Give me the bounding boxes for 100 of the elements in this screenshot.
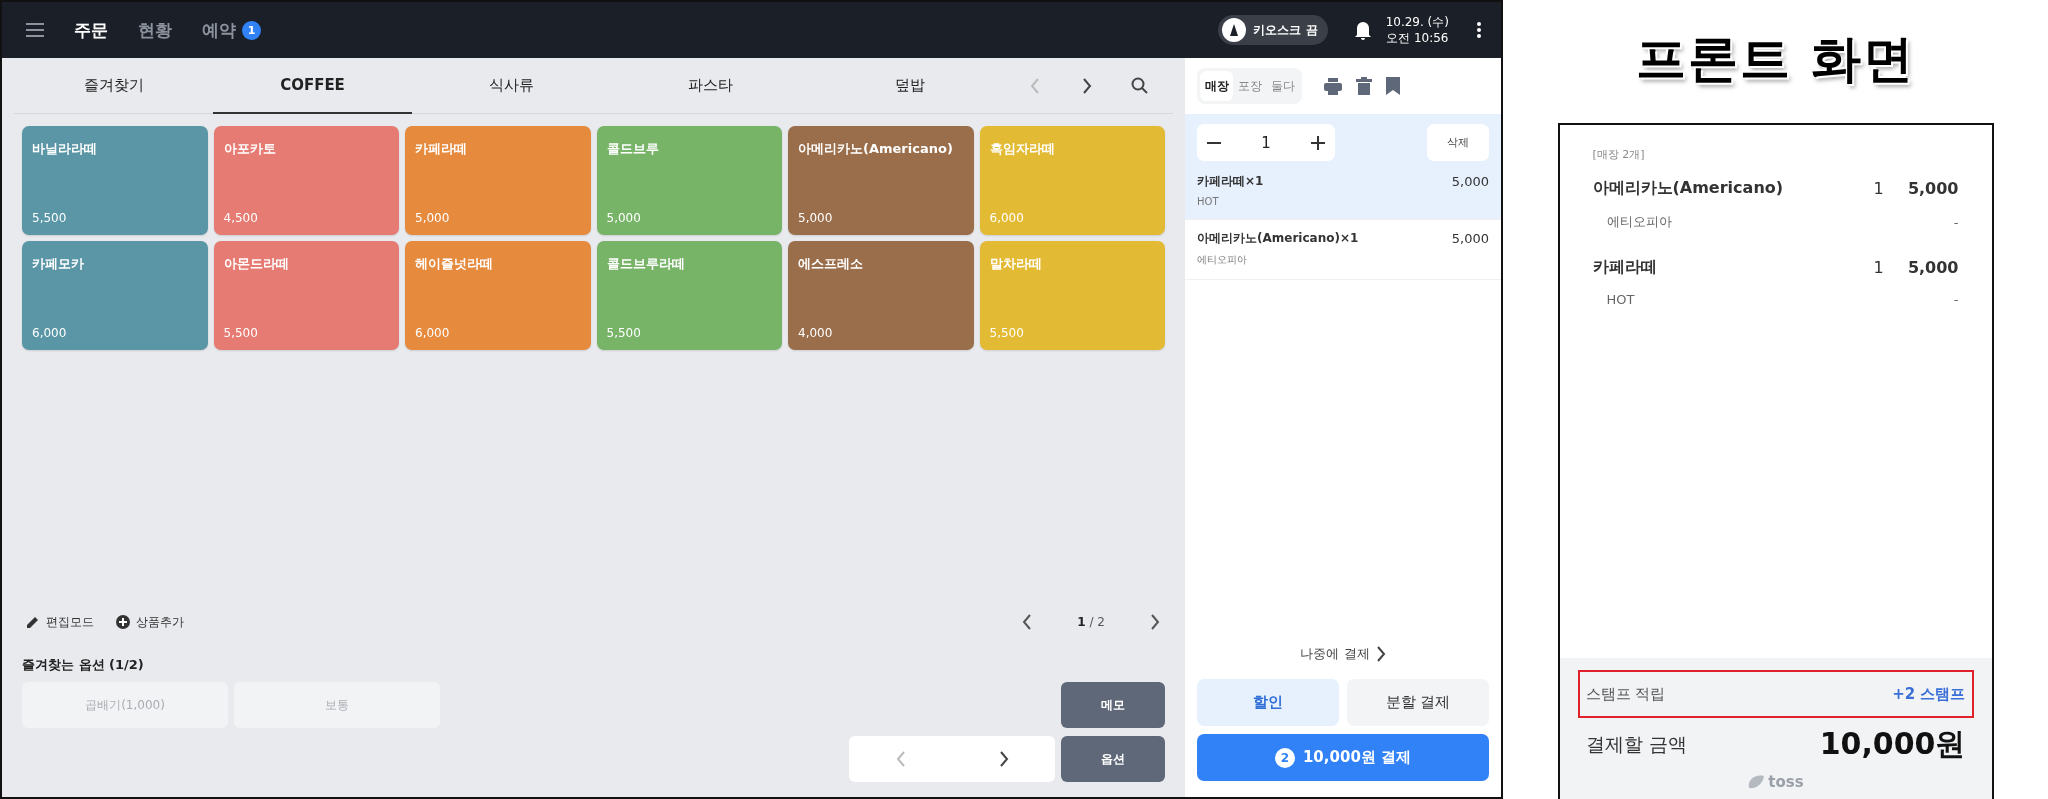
product-name: 에스프레소: [798, 255, 863, 273]
stamp-value: +2 스탬프: [1892, 684, 1966, 704]
split-payment-button[interactable]: 분할 결제: [1347, 679, 1489, 726]
page-indicator: 1 / 2: [1077, 615, 1105, 629]
option-price: -: [1953, 292, 1959, 307]
order-type-tab[interactable]: 매장: [1200, 71, 1233, 101]
chevron-left-icon: [1022, 614, 1033, 630]
item-price: 5,000: [1906, 258, 1959, 277]
order-type-tab[interactable]: 둘다: [1266, 71, 1299, 101]
product-price: 6,000: [989, 211, 1024, 225]
product-name: 콜드브루: [606, 140, 659, 158]
product-price: 5,000: [798, 211, 833, 225]
date-text: 10.29. (수): [1385, 14, 1449, 30]
bookmark-icon[interactable]: [1386, 77, 1400, 95]
product-name: 흑임자라떼: [989, 140, 1055, 158]
item-name: 아메리카노(Americano)×1: [1197, 230, 1359, 247]
category-tab[interactable]: 덮밥: [810, 58, 1009, 114]
option-price: -: [1953, 214, 1959, 230]
plus-icon[interactable]: [1311, 135, 1325, 150]
product-name: 카페라떼: [415, 140, 467, 158]
product-name: 카페모카: [32, 255, 84, 273]
product-price: 4,500: [223, 211, 258, 225]
discount-button[interactable]: 할인: [1197, 679, 1339, 726]
item-option: HOT: [1592, 292, 1954, 307]
product-name: 아메리카노(Americano): [798, 140, 953, 158]
pay-later-link[interactable]: 나중에 결제: [1300, 645, 1386, 663]
item-name: 카페라떼: [1592, 257, 1658, 278]
product-tile[interactable]: 아포카토 4,500: [213, 126, 399, 235]
product-price: 5,500: [32, 211, 67, 225]
item-name: 카페라떼×1: [1197, 173, 1264, 190]
toggle-knob-icon: [1221, 17, 1248, 43]
product-price: 5,500: [989, 326, 1024, 340]
minus-icon[interactable]: [1207, 141, 1221, 144]
nav-tab[interactable]: 현황: [138, 18, 172, 42]
order-item[interactable]: 1 삭제 카페라떼×1 5,000 HOT: [1185, 114, 1501, 220]
product-price: 6,000: [415, 326, 450, 340]
item-option: 에티오피아: [1592, 213, 1954, 231]
add-product-button[interactable]: 상품추가: [116, 613, 184, 631]
product-price: 5,000: [606, 211, 641, 225]
item-option: HOT: [1197, 196, 1489, 207]
product-price: 5,000: [415, 211, 450, 225]
bell-icon[interactable]: [1353, 20, 1372, 40]
item-quantity: 1: [1872, 258, 1885, 277]
count-badge: 2: [1274, 747, 1295, 768]
section-title: 즐겨찾는 옵션 (1/2): [21, 656, 145, 674]
count-badge: 1: [242, 20, 261, 40]
item-option: 에티오피아: [1197, 253, 1489, 267]
search-icon: [1130, 77, 1148, 94]
pencil-icon: [26, 615, 40, 629]
nav-tab[interactable]: 주문: [74, 18, 108, 42]
product-tile[interactable]: 아몬드라떼 5,500: [213, 241, 399, 350]
product-name: 말차라떼: [989, 255, 1042, 273]
product-price: 4,000: [798, 326, 833, 340]
chevron-right-icon: [1375, 646, 1386, 662]
item-price: 5,000: [1451, 174, 1489, 189]
item-price: 5,000: [1451, 231, 1489, 246]
product-name: 콜드브루라떼: [606, 255, 685, 273]
product-tile[interactable]: 아메리카노(Americano) 5,000: [788, 126, 974, 235]
category-tab[interactable]: 식사류: [412, 58, 611, 114]
option-button[interactable]: 옵션: [1061, 736, 1165, 782]
category-tab[interactable]: 즐겨찾기: [14, 58, 213, 114]
quantity-value: 1: [1261, 133, 1271, 152]
product-tile[interactable]: 바닐라라떼 5,500: [22, 126, 208, 235]
stamp-label: 스탬프 적립: [1585, 684, 1666, 704]
product-price: 5,500: [606, 326, 641, 340]
memo-button[interactable]: 메모: [1061, 682, 1165, 728]
trash-icon[interactable]: [1356, 77, 1372, 95]
printer-icon[interactable]: [1324, 77, 1342, 95]
product-name: 헤이즐넛라떼: [415, 255, 493, 273]
kiosk-toggle[interactable]: 키오스크 끔: [1218, 15, 1328, 45]
chevron-right-icon: [1082, 77, 1092, 94]
plus-circle-icon: [116, 615, 130, 629]
product-tile[interactable]: 에스프레소 4,000: [788, 241, 974, 350]
chevron-right-icon: [998, 751, 1009, 767]
product-tile[interactable]: 카페모카 6,000: [22, 241, 208, 350]
product-price: 5,500: [223, 326, 258, 340]
category-tab[interactable]: COFFEE: [213, 58, 412, 114]
chevron-left-icon: [1030, 77, 1040, 94]
leaf-icon: [1747, 774, 1766, 790]
pay-button[interactable]: 2 10,000원 결제: [1197, 734, 1489, 781]
item-price: 5,000: [1906, 179, 1959, 198]
nav-tab[interactable]: 예약 1: [202, 18, 261, 42]
menu-icon[interactable]: [26, 22, 44, 38]
order-summary: [매장 2개]: [1592, 147, 1646, 162]
order-type-tab[interactable]: 포장: [1233, 71, 1266, 101]
caption-title: 프론트 화면: [1635, 29, 1916, 90]
edit-mode-button[interactable]: 편집모드: [26, 613, 94, 631]
product-name: 아포카토: [223, 140, 276, 158]
total-amount: 10,000원: [1819, 725, 1966, 763]
chevron-right-icon: [1150, 614, 1160, 630]
total-label: 결제할 금액: [1585, 731, 1687, 757]
delete-button[interactable]: 삭제: [1427, 124, 1489, 161]
brand-name: toss: [1768, 773, 1804, 791]
product-price: 6,000: [32, 326, 67, 340]
item-name: 아메리카노(Americano): [1592, 178, 1785, 199]
product-name: 바닐라라떼: [32, 140, 97, 158]
time-text: 오전 10:56: [1386, 30, 1449, 46]
item-quantity: 1: [1872, 179, 1885, 198]
category-tab[interactable]: 파스타: [611, 58, 810, 114]
more-icon[interactable]: [1477, 22, 1481, 38]
